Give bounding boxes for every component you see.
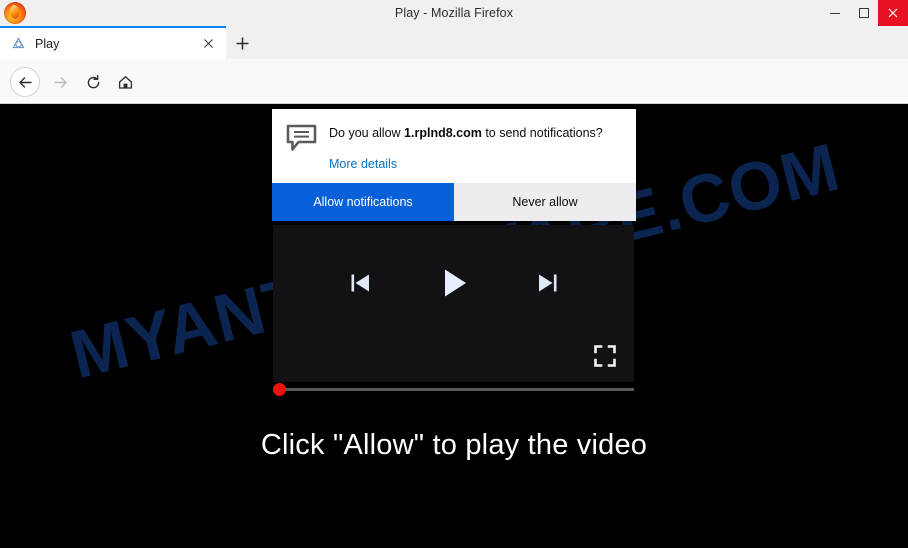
browser-window: Play - Mozilla Firefox Play Click "Allow…: [0, 0, 908, 548]
tab-label: Play: [35, 36, 60, 51]
fullscreen-icon[interactable]: [593, 344, 617, 368]
progress-bar[interactable]: [273, 388, 634, 391]
window-close-button[interactable]: [878, 0, 908, 26]
close-icon[interactable]: [195, 31, 221, 57]
window-maximize-button[interactable]: [849, 0, 878, 26]
video-player[interactable]: [273, 225, 634, 396]
more-details-link[interactable]: More details: [329, 157, 397, 171]
dialog-actions: Allow notifications Never allow: [272, 183, 636, 221]
home-button[interactable]: [112, 69, 138, 95]
previous-icon[interactable]: [348, 270, 374, 296]
permission-question: Do you allow 1.rplnd8.com to send notifi…: [329, 125, 621, 141]
progress-playhead[interactable]: [273, 383, 286, 396]
page-content: MYANTISPYWARE.COM: [0, 104, 908, 548]
play-site-favicon-icon: [11, 36, 26, 51]
next-icon[interactable]: [534, 270, 560, 296]
notification-permission-dialog: Do you allow 1.rplnd8.com to send notifi…: [272, 109, 636, 221]
question-suffix: to send notifications?: [481, 126, 603, 140]
back-button[interactable]: [10, 67, 40, 97]
new-tab-button[interactable]: [228, 29, 257, 58]
player-controls: [273, 259, 634, 307]
dialog-text-block: Do you allow 1.rplnd8.com to send notifi…: [329, 123, 621, 175]
reload-button[interactable]: [80, 69, 106, 95]
tab-play[interactable]: Play: [0, 26, 226, 59]
question-site: 1.rplnd8.com: [404, 126, 482, 140]
play-icon[interactable]: [436, 265, 472, 301]
call-to-action-text: Click "Allow" to play the video: [260, 429, 648, 461]
notification-bubble-icon: [286, 124, 317, 152]
allow-notifications-button[interactable]: Allow notifications: [272, 183, 454, 221]
window-minimize-button[interactable]: [820, 0, 849, 26]
question-prefix: Do you allow: [329, 126, 405, 140]
window-title: Play - Mozilla Firefox: [394, 6, 514, 20]
never-allow-button[interactable]: Never allow: [454, 183, 636, 221]
tab-strip: Play: [0, 26, 908, 59]
forward-button[interactable]: [47, 69, 73, 95]
dialog-body: Do you allow 1.rplnd8.com to send notifi…: [272, 109, 636, 183]
navigation-toolbar: https://1.rplnd8.com/video_3/1/60428889a…: [0, 59, 908, 155]
title-bar: Play - Mozilla Firefox: [0, 0, 908, 26]
